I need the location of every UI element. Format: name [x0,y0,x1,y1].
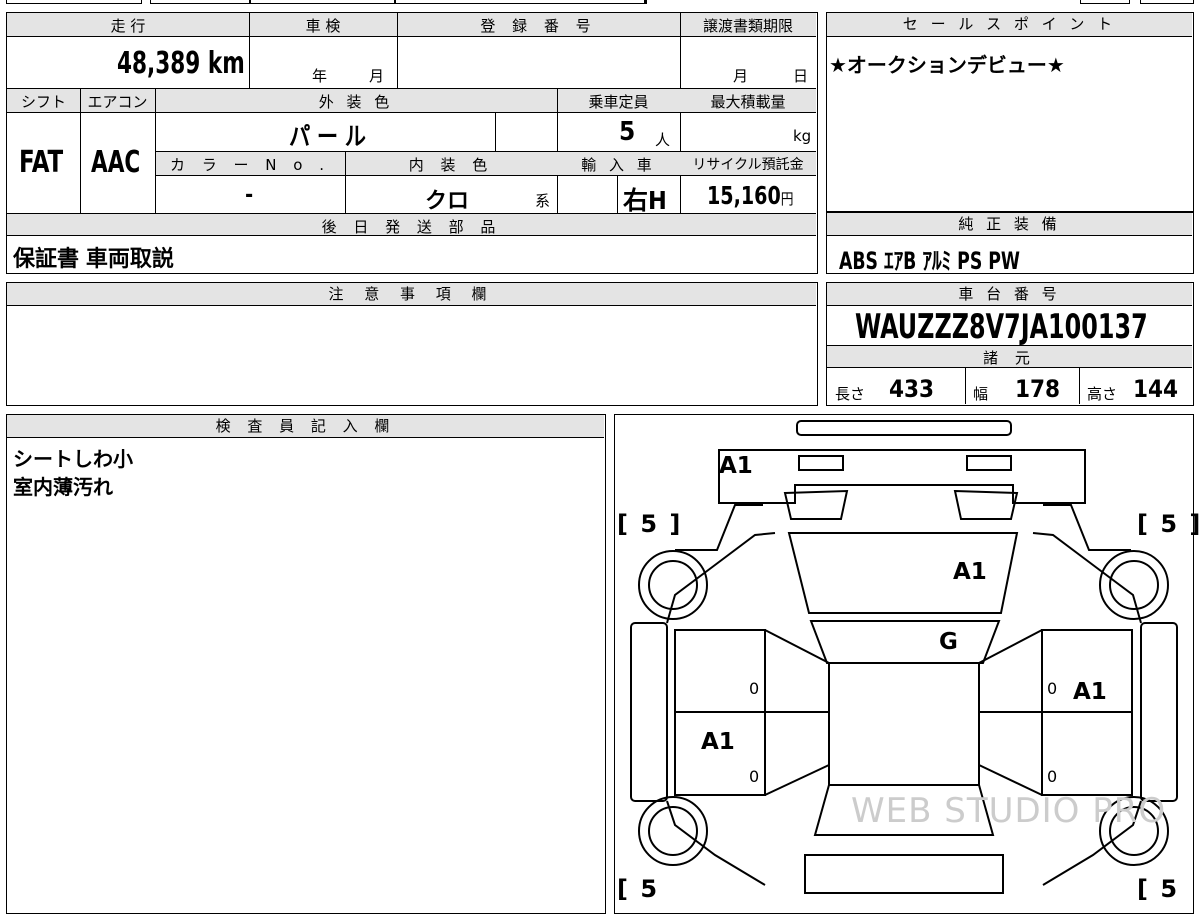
damage-mark-windshield: A1 [953,559,987,585]
chassis-label: 車 台 番 号 [827,283,1192,306]
import-label: 輸 入 車 [581,156,656,174]
inspection-label: 車 検 [305,17,341,35]
shift-label: シフト [20,93,66,111]
recycle-value: 15,160円 [707,181,794,210]
capacity-unit: 人 [655,131,671,149]
tire-depth-rear-right: [ 5 [1137,875,1180,903]
damage-mark-roof: G [939,629,958,655]
interior-value: クロ [425,189,470,214]
length-value: 433 [889,375,935,403]
chassis-box: 車 台 番 号 WAUZZZ8V7JA100137 諸 元 長さ 433 幅 1… [826,282,1194,406]
length-label: 長さ [835,385,866,403]
zero-mark-1: 0 [749,679,760,698]
max-load-label: 最大積載量 [710,93,786,111]
later-parts-label: 後 日 発 送 部 品 [321,218,502,236]
top-fragment [0,0,1200,8]
aircon-label: エアコン [87,93,148,111]
later-parts-value: 保証書 車両取説 [13,247,174,272]
tire-depth-front-left: [ 5 ] [617,510,683,538]
damage-mark-hood: A1 [719,453,753,479]
height-label: 高さ [1087,385,1118,403]
inspector-line-1: シートしわ小 [13,447,133,471]
genuine-equipment-box: 純 正 装 備 ABS ｴｱB ｱﾙﾐ PS PW [826,212,1194,275]
mileage-value: 48,389 km [117,46,245,81]
car-outline [630,420,1178,894]
specs-label: 諸 元 [983,349,1036,367]
inspector-line-2: 室内薄汚れ [13,475,113,499]
inspection-year: 年 [312,67,328,85]
width-label: 幅 [973,385,989,403]
tire-depth-front-right: [ 5 ] [1137,510,1200,538]
interior-suffix: 系 [535,192,551,210]
height-value: 144 [1133,375,1179,403]
watermark: WEB STUDIO PRO [851,791,1167,831]
vehicle-damage-diagram: A1 A1 G A1 A1 [ 5 ] [ 5 ] [ 5 [ 5 0 0 0 … [614,414,1200,914]
capacity-value: 5 [619,117,636,147]
inspector-label: 検 査 員 記 入 欄 [7,415,604,438]
transfer-day: 日 [793,67,809,85]
registration-label: 登 録 番 号 [480,17,597,35]
sales-points-box: セ ー ル ス ポ イ ン ト ★オークションデビュー★ [826,12,1194,212]
zero-mark-4: 0 [1047,767,1058,786]
damage-mark-right-door: A1 [1073,679,1107,705]
damage-mark-left-door: A1 [701,729,735,755]
exterior-value: パ ー ル [289,122,367,151]
capacity-label: 乗車定員 [588,93,649,111]
vehicle-info-table: 走 行 車 検 登 録 番 号 譲渡書類期限 48,389 km 年 月 月 日… [6,12,818,274]
genuine-equipment-value: ABS ｴｱB ｱﾙﾐ PS PW [839,247,1020,275]
notes-label: 注 意 事 項 欄 [7,283,816,306]
color-no-label: カ ラ ー N o . [169,156,330,174]
shift-value: FAT [19,145,64,180]
genuine-equipment-label: 純 正 装 備 [827,213,1192,236]
sales-points-label: セ ー ル ス ポ イ ン ト [827,13,1192,37]
mileage-label: 走 行 [110,17,146,35]
chassis-number: WAUZZZ8V7JA100137 [855,307,1148,347]
color-no-value: - [245,183,254,208]
max-load-unit: kg [793,127,812,145]
transfer-month: 月 [733,67,749,85]
notes-box: 注 意 事 項 欄 [6,282,818,406]
inspection-month: 月 [369,67,385,85]
aircon-value: AAC [91,145,141,180]
exterior-label: 外 装 色 [318,93,394,111]
interior-label: 内 装 色 [408,156,494,174]
transfer-label: 譲渡書類期限 [702,17,793,35]
zero-mark-3: 0 [749,767,760,786]
inspector-box: 検 査 員 記 入 欄 シートしわ小 室内薄汚れ [6,414,606,914]
tire-depth-rear-left: [ 5 [617,875,660,903]
recycle-label: リサイクル預託金 [692,157,804,173]
width-value: 178 [1015,375,1061,403]
sales-points-text: ★オークションデビュー★ [829,53,1065,77]
import-value: 右H [623,186,667,215]
zero-mark-2: 0 [1047,679,1058,698]
